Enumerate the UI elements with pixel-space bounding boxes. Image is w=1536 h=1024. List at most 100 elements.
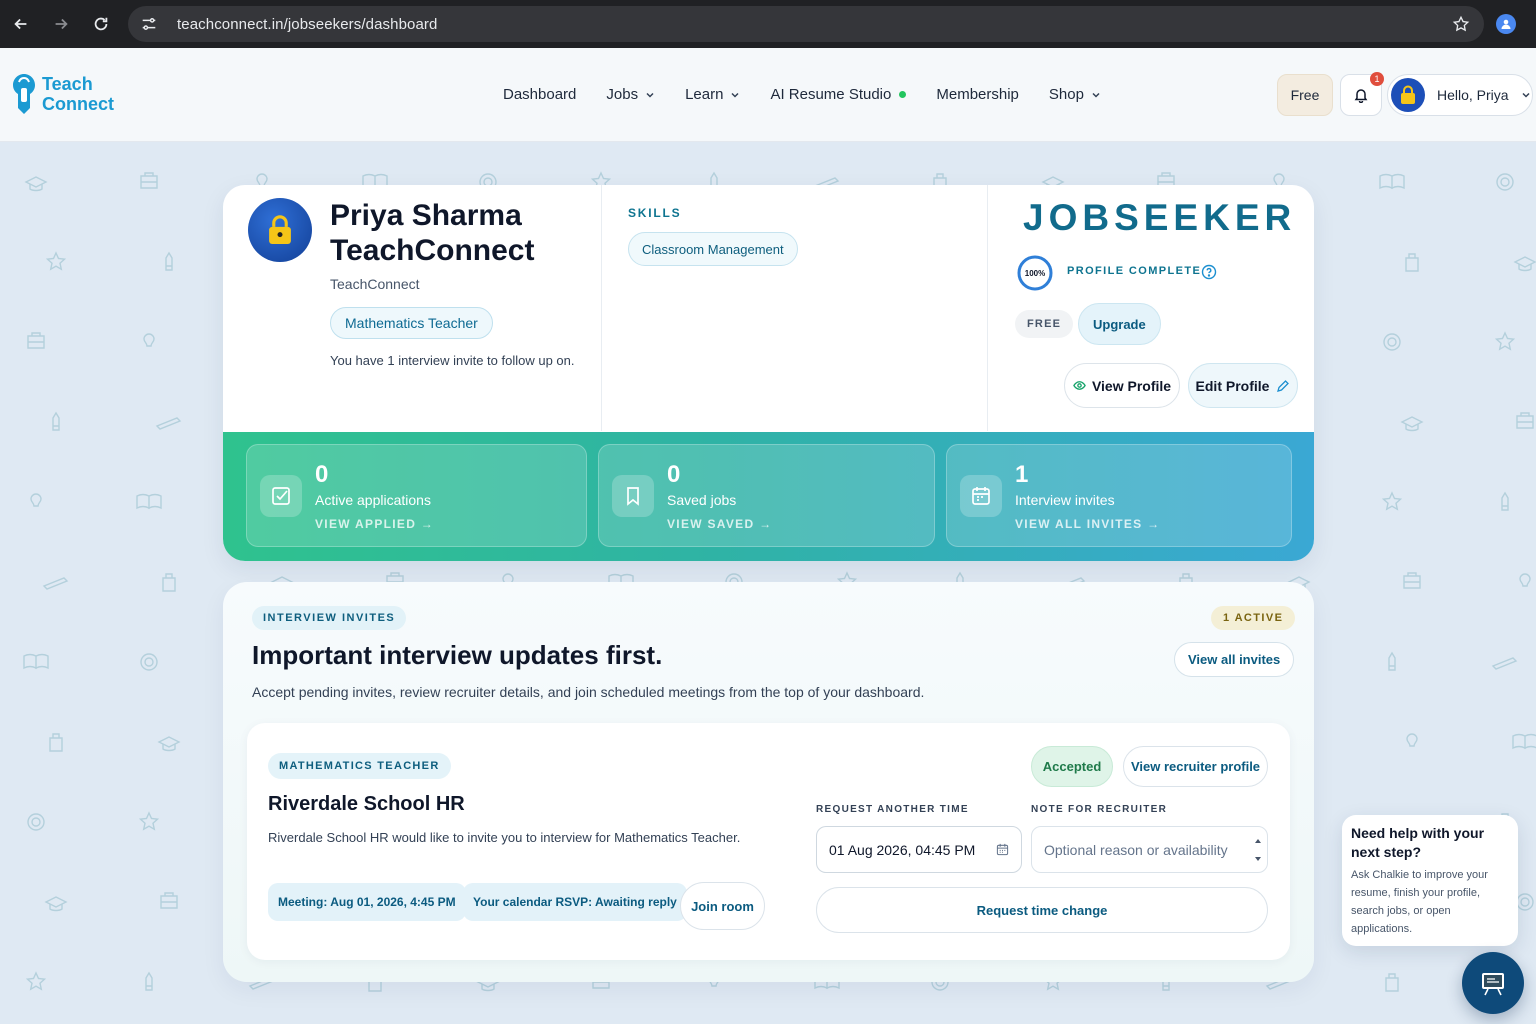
profile-organization: TeachConnect	[330, 276, 420, 292]
logo-mark-icon	[13, 74, 35, 114]
pattern-doodle	[165, 251, 173, 271]
nav-learn[interactable]: Learn	[685, 86, 740, 103]
profile-complete-label: PROFILE COMPLETE	[1067, 265, 1202, 277]
logo-line-2: Connect	[42, 94, 114, 114]
calendar-icon	[972, 487, 990, 505]
pattern-doodle	[1491, 657, 1518, 670]
join-room-button[interactable]: Join room	[680, 882, 765, 930]
invite-note: You have 1 interview invite to follow up…	[330, 353, 575, 368]
stats-band: 0 Active applications VIEW APPLIED → 0 S…	[223, 432, 1314, 561]
nav-dashboard[interactable]: Dashboard	[503, 86, 576, 103]
view-profile-button[interactable]: View Profile	[1064, 363, 1180, 408]
plan-tag: FREE	[1015, 310, 1074, 338]
pattern-doodle	[27, 813, 45, 831]
stat-label: Saved jobs	[667, 492, 737, 508]
stat-active-applications[interactable]: 0 Active applications VIEW APPLIED →	[246, 444, 587, 547]
profile-name: Priya Sharma TeachConnect	[330, 199, 535, 267]
pattern-doodle	[1501, 491, 1509, 511]
stat-interview-invites[interactable]: 1 Interview invites VIEW ALL INVITES →	[946, 444, 1292, 547]
view-saved-link[interactable]: VIEW SAVED →	[667, 517, 772, 531]
help-icon[interactable]	[1201, 264, 1217, 280]
pattern-doodle	[1516, 893, 1534, 911]
pattern-doodle	[49, 733, 63, 752]
divider	[987, 185, 988, 431]
pattern-doodle	[25, 971, 47, 991]
view-applied-link[interactable]: VIEW APPLIED →	[315, 517, 434, 531]
skill-tag: Classroom Management	[628, 232, 798, 266]
chevron-down-icon	[1522, 92, 1530, 98]
pattern-doodle	[1494, 331, 1516, 351]
chat-title: Need help with your next step?	[1351, 825, 1485, 860]
chevron-down-icon	[731, 92, 739, 98]
nav-ai-resume-studio[interactable]: AI Resume Studio	[770, 86, 907, 103]
nav-shop[interactable]: Shop	[1049, 86, 1101, 103]
nav-membership[interactable]: Membership	[936, 86, 1019, 103]
pattern-doodle	[1516, 412, 1534, 429]
pattern-doodle	[1379, 173, 1405, 190]
calendar-icon[interactable]	[996, 843, 1009, 856]
note-for-recruiter-field[interactable]: Optional reason or availability	[1031, 826, 1268, 873]
pattern-doodle	[1388, 651, 1396, 671]
back-icon[interactable]	[2, 5, 40, 43]
site-info-icon[interactable]	[140, 15, 158, 33]
logo[interactable]: Teach Connect	[10, 72, 114, 116]
request-time-input[interactable]: 01 Aug 2026, 04:45 PM	[816, 826, 1022, 873]
pattern-doodle	[1381, 491, 1403, 511]
pattern-doodle	[140, 172, 158, 189]
profile-avatar	[248, 198, 312, 262]
edit-profile-button[interactable]: Edit Profile	[1188, 363, 1298, 408]
chevron-down-icon	[1092, 92, 1100, 98]
invite-description: Riverdale School HR would like to invite…	[268, 830, 741, 845]
view-all-invites-button[interactable]: View all invites	[1174, 642, 1295, 677]
user-menu-button[interactable]: Hello, Priya	[1387, 74, 1533, 116]
completion-percent: 100%	[1025, 269, 1045, 278]
role-badge: Mathematics Teacher	[330, 307, 493, 339]
stat-label: Active applications	[315, 492, 431, 508]
notification-badge: 1	[1370, 72, 1384, 86]
pattern-doodle	[1512, 733, 1536, 750]
forward-icon[interactable]	[42, 5, 80, 43]
active-count-badge: 1 ACTIVE	[1211, 606, 1296, 630]
nav-jobs[interactable]: Jobs	[606, 86, 655, 103]
address-bar[interactable]: teachconnect.in/jobseekers/dashboard	[128, 6, 1484, 42]
pattern-doodle	[136, 493, 162, 510]
plan-button[interactable]: Free	[1277, 74, 1333, 116]
stat-saved-jobs[interactable]: 0 Saved jobs VIEW SAVED →	[598, 444, 935, 547]
section-tag: INTERVIEW INVITES	[252, 606, 407, 630]
pattern-doodle	[145, 971, 153, 991]
pattern-doodle	[1519, 573, 1531, 587]
bookmark-star-icon[interactable]	[1452, 15, 1470, 33]
greeting: Hello, Priya	[1437, 87, 1509, 103]
stat-value: 1	[1015, 461, 1029, 488]
meeting-time-badge: Meeting: Aug 01, 2026, 4:45 PM	[268, 883, 466, 921]
view-recruiter-profile-button[interactable]: View recruiter profile	[1123, 746, 1268, 787]
eye-icon	[1073, 381, 1086, 390]
upgrade-button[interactable]: Upgrade	[1078, 303, 1161, 345]
pattern-doodle	[23, 653, 49, 670]
chat-message: Ask Chalkie to improve your resume, fini…	[1351, 869, 1488, 935]
chat-helper-popup[interactable]: Need help with your next step? Ask Chalk…	[1342, 815, 1518, 946]
profile-icon[interactable]	[1496, 14, 1516, 34]
pattern-doodle	[140, 653, 158, 671]
avatar	[1391, 78, 1425, 112]
account-type-title: JOBSEEKER	[1023, 197, 1297, 238]
request-time-change-button[interactable]: Request time change	[816, 887, 1268, 933]
url-text: teachconnect.in/jobseekers/dashboard	[177, 15, 438, 33]
pattern-doodle	[143, 333, 155, 347]
spinner-arrows-icon[interactable]	[1254, 837, 1262, 863]
role-tag: MATHEMATICS TEACHER	[268, 753, 451, 779]
pattern-doodle	[157, 736, 181, 752]
browser-toolbar: teachconnect.in/jobseekers/dashboard	[0, 0, 1536, 48]
pattern-doodle	[160, 892, 178, 909]
reload-icon[interactable]	[82, 5, 120, 43]
checkbox-icon	[272, 487, 290, 505]
pattern-doodle	[1385, 973, 1399, 992]
chalkboard-icon	[1482, 973, 1504, 996]
main-nav: Dashboard Jobs Learn AI Resume Studio Me…	[503, 86, 1131, 103]
pattern-doodle	[155, 417, 182, 430]
chat-launcher-button[interactable]	[1462, 952, 1524, 1014]
profile-completion-ring: 100%	[1017, 255, 1053, 291]
stat-label: Interview invites	[1015, 492, 1115, 508]
bookmark-icon	[627, 487, 639, 506]
view-all-invites-link[interactable]: VIEW ALL INVITES →	[1015, 517, 1160, 531]
